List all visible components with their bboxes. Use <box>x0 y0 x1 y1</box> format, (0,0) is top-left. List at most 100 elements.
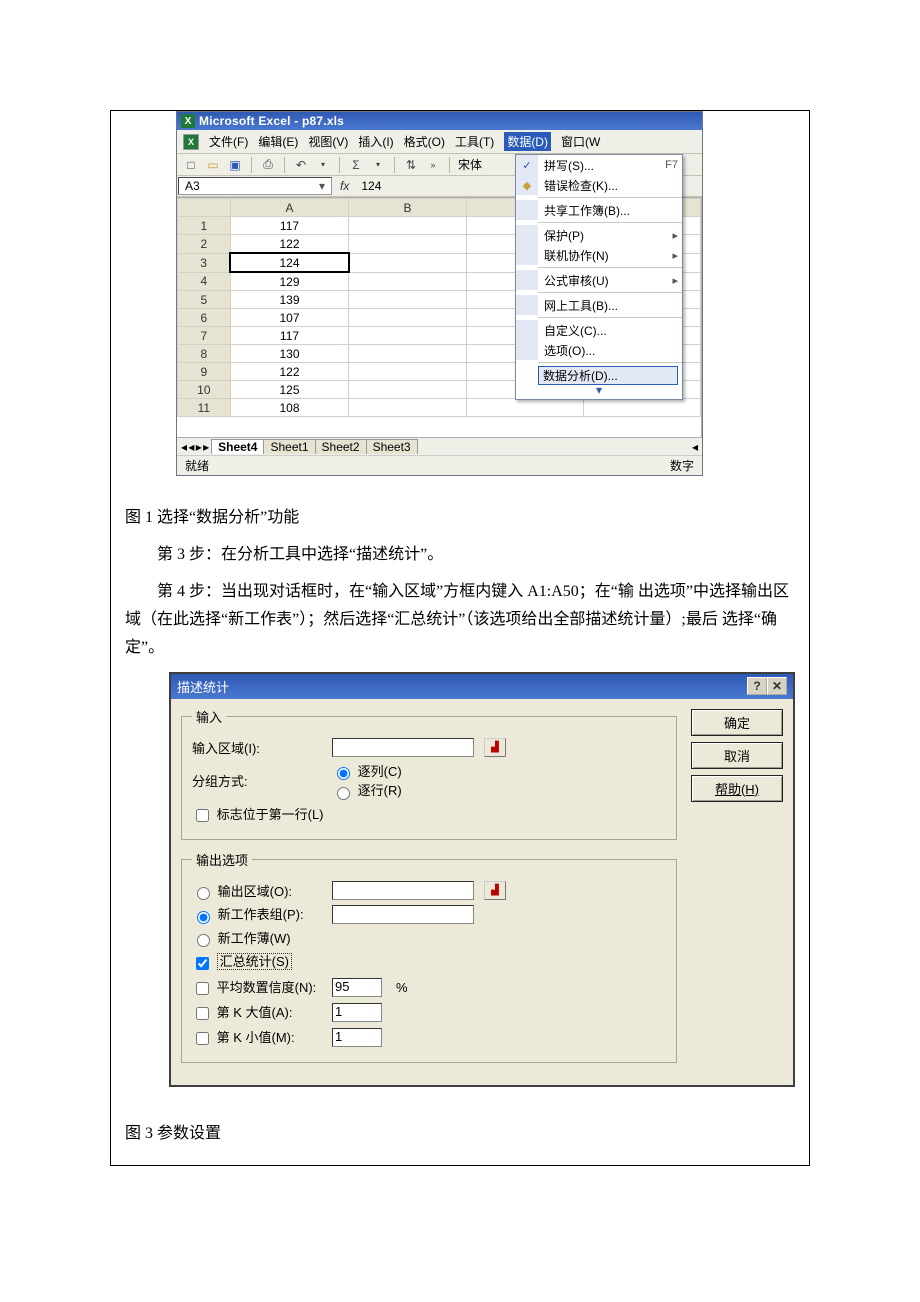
row-header[interactable]: 11 <box>178 399 231 417</box>
row-header[interactable]: 8 <box>178 345 231 363</box>
cell[interactable]: 130 <box>230 345 349 363</box>
row-header[interactable]: 7 <box>178 327 231 345</box>
dropdown-arrow-icon[interactable]: ▾ <box>370 157 386 173</box>
expand-menu-icon[interactable]: ▾ <box>516 385 682 399</box>
cell[interactable]: 125 <box>230 381 349 399</box>
cell[interactable]: 122 <box>230 235 349 254</box>
input-range-field[interactable] <box>332 738 474 757</box>
excel-doc-icon: X <box>183 134 199 150</box>
row-header[interactable]: 10 <box>178 381 231 399</box>
menu-window[interactable]: 窗口(W <box>561 133 600 150</box>
menu-item-protect[interactable]: 保护(P) ▸ <box>516 225 682 245</box>
menu-tools[interactable]: 工具(T) <box>455 133 494 150</box>
help-button-icon[interactable]: ? <box>747 677 767 695</box>
cell[interactable]: 107 <box>230 309 349 327</box>
cell[interactable]: 129 <box>230 272 349 291</box>
tab-nav-buttons[interactable]: ◂ ◂ ▸ ▸ <box>181 440 208 454</box>
dialog-title: 描述统计 <box>177 677 229 696</box>
cell[interactable]: 122 <box>230 363 349 381</box>
input-range-label: 输入区域(I): <box>192 738 322 757</box>
menu-item-share[interactable]: 共享工作簿(B)... <box>516 200 682 220</box>
col-header-a[interactable]: A <box>230 199 349 217</box>
firstrow-checkbox[interactable]: 标志位于第一行(L) <box>192 804 324 825</box>
submenu-arrow-icon: ▸ <box>672 229 678 242</box>
confidence-checkbox[interactable]: 平均数置信度(N): <box>192 980 316 995</box>
undo-icon[interactable]: ↶ <box>293 157 309 173</box>
out-newbook-radio[interactable]: 新工作薄(W) <box>192 928 291 948</box>
menu-item-audit[interactable]: 公式审核(U) ▸ <box>516 270 682 290</box>
row-header[interactable]: 2 <box>178 235 231 254</box>
out-newsheet-radio[interactable]: 新工作表组(P): <box>192 907 304 922</box>
col-header-b[interactable]: B <box>349 199 466 217</box>
menu-file[interactable]: 文件(F) <box>209 133 248 150</box>
figure3-caption: 图 3 参数设置 <box>125 1119 795 1143</box>
menu-item-errorcheck[interactable]: ◆ 错误检查(K)... <box>516 175 682 195</box>
menu-item-collab[interactable]: 联机协作(N) ▸ <box>516 245 682 265</box>
group-row-radio[interactable]: 逐行(R) <box>332 783 402 798</box>
help-button[interactable]: 帮助(H) <box>691 775 783 802</box>
dialog-titlebar: 描述统计 ? ✕ <box>171 674 793 699</box>
status-bar: 就绪 数字 <box>177 455 702 475</box>
excel-window: X Microsoft Excel - p87.xls X 文件(F) 编辑(E… <box>176 111 703 476</box>
group-col-radio[interactable]: 逐列(C) <box>332 764 402 779</box>
sheet-tab[interactable]: Sheet4 <box>211 439 264 454</box>
menu-format[interactable]: 格式(O) <box>404 133 445 150</box>
menu-item-options[interactable]: 选项(O)... <box>516 340 682 360</box>
menu-edit[interactable]: 编辑(E) <box>258 133 298 150</box>
cell[interactable]: 117 <box>230 327 349 345</box>
save-icon[interactable]: ▣ <box>227 157 243 173</box>
active-cell[interactable]: 124 <box>230 253 349 272</box>
name-box[interactable]: A3 ▾ <box>178 177 332 195</box>
scroll-left-icon[interactable]: ◂ <box>692 440 698 454</box>
summary-checkbox[interactable]: 汇总统计(S) <box>192 951 292 972</box>
out-range-radio[interactable]: 输出区域(O): <box>192 884 292 899</box>
sheet-tab[interactable]: Sheet2 <box>315 439 367 454</box>
sheet-tab[interactable]: Sheet3 <box>366 439 418 454</box>
menu-item-customize[interactable]: 自定义(C)... <box>516 320 682 340</box>
kmax-checkbox[interactable]: 第 K 大值(A): <box>192 1005 292 1020</box>
row-header[interactable]: 6 <box>178 309 231 327</box>
print-icon[interactable]: ⎙ <box>260 157 276 173</box>
menu-data[interactable]: 数据(D) <box>504 132 551 151</box>
menu-item-webtools[interactable]: 网上工具(B)... <box>516 295 682 315</box>
figure1-caption: 图 1 选择“数据分析”功能 <box>125 504 795 533</box>
name-box-dropdown-icon[interactable]: ▾ <box>319 179 325 193</box>
menu-insert[interactable]: 插入(I) <box>358 133 393 150</box>
new-sheet-field[interactable] <box>332 905 474 924</box>
fx-label[interactable]: fx <box>332 179 357 193</box>
row-header[interactable]: 4 <box>178 272 231 291</box>
kmax-field[interactable]: 1 <box>332 1003 382 1022</box>
excel-titlebar: X Microsoft Excel - p87.xls <box>177 112 702 130</box>
tools-dropdown-menu: ✓ 拼写(S)... F7 ◆ 错误检查(K)... 共享工作簿(B)... 保… <box>515 154 683 400</box>
font-selector[interactable]: 宋体 <box>458 156 482 173</box>
autosum-icon[interactable]: Σ <box>348 157 364 173</box>
output-range-field[interactable] <box>332 881 474 900</box>
menu-item-spell[interactable]: ✓ 拼写(S)... F7 <box>516 155 682 175</box>
row-header[interactable]: 5 <box>178 291 231 309</box>
open-icon[interactable]: ▭ <box>205 157 221 173</box>
dropdown-arrow-icon[interactable]: ▾ <box>315 157 331 173</box>
confidence-field[interactable]: 95 <box>332 978 382 997</box>
more-icon[interactable]: » <box>425 157 441 173</box>
sort-icon[interactable]: ⇅ <box>403 157 419 173</box>
close-icon[interactable]: ✕ <box>767 677 787 695</box>
submenu-arrow-icon: ▸ <box>672 249 678 262</box>
cell[interactable]: 139 <box>230 291 349 309</box>
cell[interactable]: 117 <box>230 217 349 235</box>
cancel-button[interactable]: 取消 <box>691 742 783 769</box>
cell[interactable]: 108 <box>230 399 349 417</box>
range-picker-icon[interactable]: ▟ <box>484 738 506 757</box>
menu-view[interactable]: 视图(V) <box>308 133 348 150</box>
row-header[interactable]: 1 <box>178 217 231 235</box>
new-icon[interactable]: □ <box>183 157 199 173</box>
ok-button[interactable]: 确定 <box>691 709 783 736</box>
range-picker-icon[interactable]: ▟ <box>484 881 506 900</box>
status-right: 数字 <box>670 457 694 474</box>
row-header[interactable]: 9 <box>178 363 231 381</box>
row-header[interactable]: 3 <box>178 253 231 272</box>
output-legend: 输出选项 <box>192 850 252 869</box>
kmin-checkbox[interactable]: 第 K 小值(M): <box>192 1030 295 1045</box>
sheet-tab[interactable]: Sheet1 <box>263 439 315 454</box>
menu-item-data-analysis[interactable]: 数据分析(D)... <box>516 365 682 385</box>
kmin-field[interactable]: 1 <box>332 1028 382 1047</box>
